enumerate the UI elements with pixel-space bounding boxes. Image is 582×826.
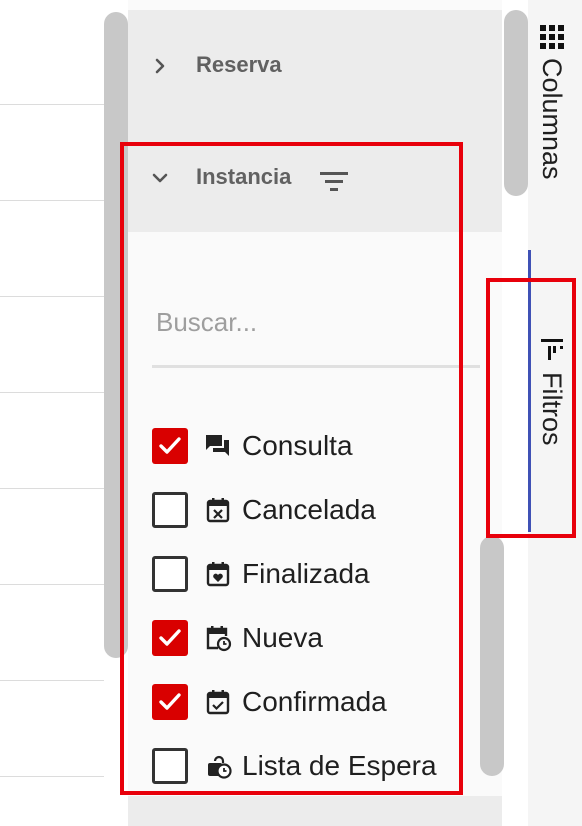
option-label: Cancelada: [242, 494, 376, 525]
calendar-check-icon: [206, 690, 230, 715]
grid-row-divider: [0, 392, 104, 393]
tab-columns-label: Columnas: [537, 58, 567, 180]
option-cancelada[interactable]: Cancelada: [152, 492, 472, 540]
option-nueva[interactable]: Nueva: [152, 620, 472, 668]
option-label: Nueva: [242, 622, 323, 653]
tab-filters-label: Filtros: [537, 372, 567, 446]
option-label: Confirmada: [242, 686, 387, 717]
checkbox-checked[interactable]: [152, 620, 188, 656]
data-grid: [0, 0, 104, 826]
option-confirmada[interactable]: Confirmada: [152, 684, 472, 732]
grid-row-divider: [0, 776, 104, 777]
grid-row-divider: [0, 296, 104, 297]
checkbox-checked[interactable]: [152, 684, 188, 720]
group-label: Reserva: [196, 52, 282, 77]
tab-columns[interactable]: Columnas: [528, 20, 582, 200]
grid-row-divider: [0, 584, 104, 585]
option-label: Consulta: [242, 430, 353, 461]
option-label: Finalizada: [242, 558, 370, 589]
checkbox-checked[interactable]: [152, 428, 188, 464]
option-finalizada[interactable]: Finalizada: [152, 556, 472, 604]
group-header-instancia[interactable]: Instancia: [128, 122, 502, 232]
filter-icon: [541, 339, 563, 360]
option-lista-de-espera[interactable]: Lista de Espera: [152, 748, 472, 796]
grid-row-divider: [0, 680, 104, 681]
tab-filters[interactable]: Filtros: [528, 330, 582, 530]
calendar-x-icon: [206, 498, 230, 523]
panel-scrollbar[interactable]: [480, 536, 504, 776]
group-header-reserva[interactable]: Reserva: [128, 10, 502, 122]
grid-row-divider: [0, 488, 104, 489]
grid-icon: [540, 25, 564, 49]
check-icon: [159, 437, 181, 454]
filter-active-icon: [320, 172, 348, 191]
chat-icon: [206, 435, 229, 456]
checkbox-unchecked[interactable]: [152, 748, 188, 784]
calendar-heart-icon: [206, 562, 230, 587]
option-consulta[interactable]: Consulta: [152, 428, 472, 476]
checkbox-unchecked[interactable]: [152, 492, 188, 528]
group-label: Instancia: [196, 164, 292, 189]
checkbox-unchecked[interactable]: [152, 556, 188, 592]
clock-lock-icon: [208, 755, 232, 779]
search-field[interactable]: [152, 290, 480, 368]
grid-row-divider: [0, 200, 104, 201]
panel-scrollbar-top[interactable]: [504, 10, 528, 196]
check-icon: [159, 629, 181, 646]
chevron-down-icon: [152, 173, 168, 183]
grid-scrollbar[interactable]: [104, 12, 128, 658]
chevron-right-icon: [155, 58, 165, 74]
search-input[interactable]: [156, 304, 466, 340]
calendar-clock-icon: [206, 626, 232, 652]
next-group-header[interactable]: [128, 796, 502, 826]
option-label: Lista de Espera: [242, 750, 437, 781]
grid-row-divider: [0, 104, 104, 105]
check-icon: [159, 693, 181, 710]
